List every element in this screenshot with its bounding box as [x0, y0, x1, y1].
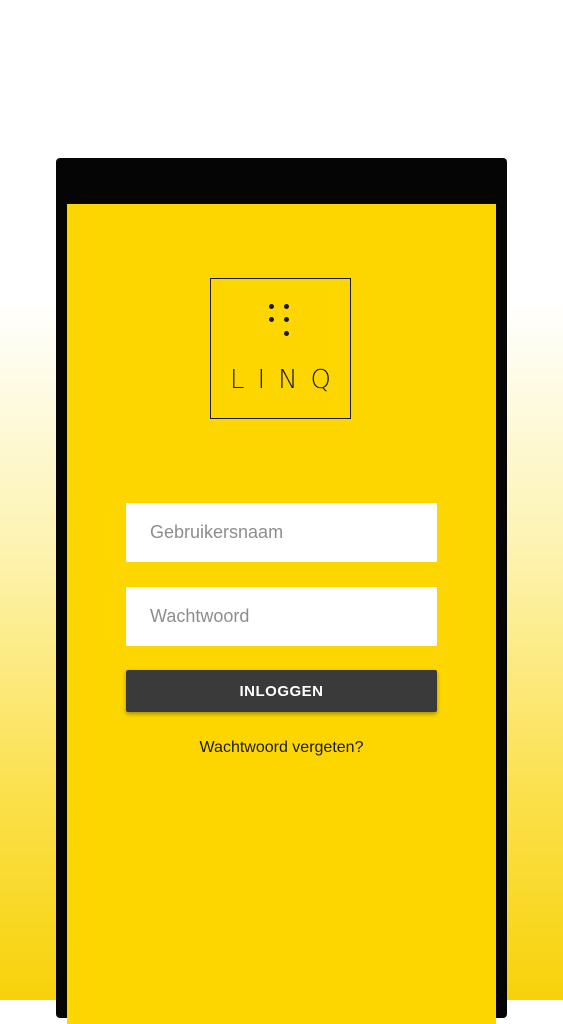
password-input[interactable]	[126, 587, 437, 646]
linq-logo: LINQ	[210, 278, 351, 419]
app-screen: LINQ INLOGGEN Wachtwoord vergeten?	[67, 204, 496, 1024]
logo-dots-icon	[269, 304, 299, 344]
username-input[interactable]	[126, 503, 437, 562]
logo-text: LINQ	[229, 365, 345, 395]
forgot-password-link[interactable]: Wachtwoord vergeten?	[67, 739, 496, 757]
login-button[interactable]: INLOGGEN	[126, 670, 437, 712]
phone-frame: LINQ INLOGGEN Wachtwoord vergeten?	[56, 158, 507, 1024]
